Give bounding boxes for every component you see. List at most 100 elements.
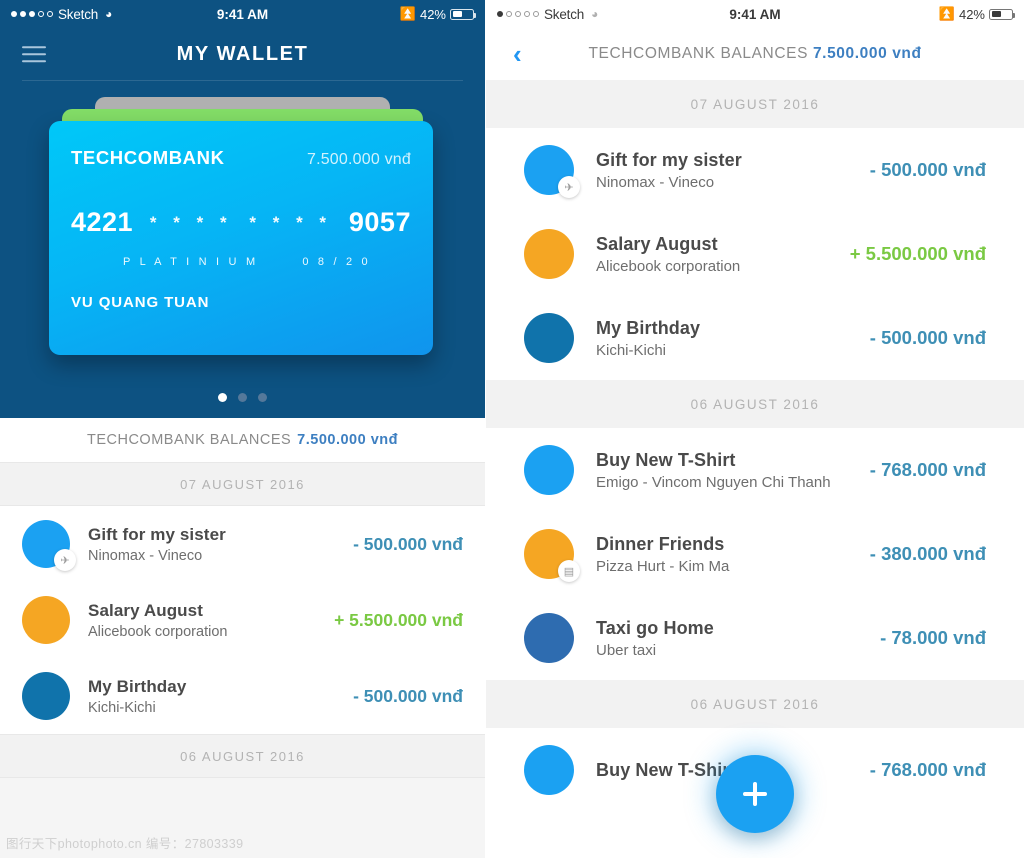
card-number-mask-1: * * * * <box>149 212 233 232</box>
table-row[interactable]: ✈ Gift for my sister Ninomax - Vineco - … <box>0 506 485 582</box>
carrier-label: Sketch <box>544 6 585 22</box>
table-row[interactable]: My Birthday Kichi-Kichi - 500.000 vnđ <box>486 296 1024 380</box>
card-meta-row: P L A T I N I U M 0 8 / 2 0 <box>71 256 411 268</box>
card-number-mask-2: * * * * <box>249 212 333 232</box>
transaction-title: Dinner Friends <box>596 533 725 554</box>
bluetooth-icon: ⏫ <box>399 6 416 21</box>
transaction-subtitle: Emigo - Vincom Nguyen Chi Thanh <box>596 473 831 491</box>
signal-strength-icon <box>497 11 539 17</box>
transaction-title: Salary August <box>88 600 203 620</box>
transaction-amount: + 5.500.000 vnđ <box>334 609 463 630</box>
transaction-amount: - 768.000 vnđ <box>869 759 986 780</box>
wallet-hero: Sketch ◕ 9:41 AM ⏫ 42% MY WALLET TECHCOM… <box>0 0 485 418</box>
transaction-amount: - 500.000 vnđ <box>353 685 463 706</box>
transaction-subtitle: Kichi-Kichi <box>596 341 667 359</box>
nav-bar-left: MY WALLET <box>0 28 485 80</box>
hamburger-menu-icon[interactable] <box>22 41 46 67</box>
avatar: ✈ <box>22 520 76 571</box>
avatar: ✈ <box>524 145 580 198</box>
date-group-header: 06 AUGUST 2016 <box>486 680 1024 728</box>
date-group-header: 06 AUGUST 2016 <box>486 380 1024 428</box>
page-dot-1[interactable] <box>218 393 227 402</box>
card-number-row: 4221 * * * * * * * * 9057 <box>71 207 411 238</box>
transaction-title: Gift for my sister <box>596 149 742 170</box>
transaction-subtitle: Ninomax - Vineco <box>596 173 715 191</box>
signal-strength-icon <box>11 11 53 17</box>
table-row[interactable]: Salary August Alicebook corporation + 5.… <box>486 212 1024 296</box>
card-carousel[interactable]: TECHCOMBANK 7.500.000 vnđ 4221 * * * * *… <box>0 97 485 365</box>
card-holder-name: VU QUANG TUAN <box>71 294 210 311</box>
airplane-icon: ✈ <box>558 176 580 198</box>
breadcrumb: TECHCOMBANK BALANCES 7.500.000 vnđ <box>486 45 1024 63</box>
transaction-title: My Birthday <box>596 317 701 338</box>
nav-bar-right: ‹ TECHCOMBANK BALANCES 7.500.000 vnđ <box>486 28 1024 80</box>
receipt-icon: ▤ <box>558 560 580 582</box>
avatar <box>524 445 574 495</box>
page-dot-3[interactable] <box>258 393 267 402</box>
table-row[interactable]: Buy New T-Shirt Emigo - Vincom Nguyen Ch… <box>486 428 1024 512</box>
transaction-amount: - 768.000 vnđ <box>869 459 986 480</box>
transaction-amount: - 500.000 vnđ <box>869 327 986 348</box>
status-bar-signal-group: Sketch ◕ <box>497 7 598 22</box>
transaction-amount: - 500.000 vnđ <box>353 533 463 554</box>
phone-screen-transactions: Sketch ◕ 9:41 AM ⏫ 42% ‹ TECHCOMBANK BAL… <box>485 0 1024 858</box>
airplane-icon: ✈ <box>54 549 76 571</box>
date-group-header: 06 AUGUST 2016 <box>0 734 485 778</box>
avatar <box>524 313 574 363</box>
card-expiry-label: 0 8 / 2 0 <box>302 256 371 268</box>
card-bank-name: TECHCOMBANK <box>71 147 225 168</box>
page-dot-2[interactable] <box>238 393 247 402</box>
transaction-subtitle: Alicebook corporation <box>88 623 228 640</box>
date-group-header: 07 AUGUST 2016 <box>486 80 1024 128</box>
transaction-amount: - 500.000 vnđ <box>869 159 986 180</box>
wifi-icon: ◕ <box>105 7 113 21</box>
avatar <box>524 229 574 279</box>
dual-phone-mockup: Sketch ◕ 9:41 AM ⏫ 42% MY WALLET TECHCOM… <box>0 0 1024 858</box>
page-title: MY WALLET <box>176 42 309 65</box>
transaction-subtitle: Alicebook corporation <box>596 257 741 275</box>
plus-icon <box>740 779 770 809</box>
phone-screen-wallet: Sketch ◕ 9:41 AM ⏫ 42% MY WALLET TECHCOM… <box>0 0 485 858</box>
add-transaction-button[interactable] <box>716 755 794 833</box>
table-row[interactable]: Salary August Alicebook corporation + 5.… <box>0 582 485 658</box>
transaction-list-right: ✈ Gift for my sister Ninomax - Vineco - … <box>486 128 1024 380</box>
card-header-row: TECHCOMBANK 7.500.000 vnđ <box>71 147 411 169</box>
transaction-title: Salary August <box>596 233 718 254</box>
table-row[interactable]: ✈ Gift for my sister Ninomax - Vineco - … <box>486 128 1024 212</box>
credit-card-techcombank[interactable]: TECHCOMBANK 7.500.000 vnđ 4221 * * * * *… <box>49 121 433 355</box>
transaction-subtitle: Kichi-Kichi <box>88 699 156 716</box>
transaction-title: Buy New T-Shirt <box>596 759 736 780</box>
bluetooth-icon: ⏫ <box>938 6 955 21</box>
transaction-subtitle: Pizza Hurt - Kim Ma <box>596 557 730 575</box>
transaction-title: Taxi go Home <box>596 617 714 638</box>
card-page-indicator[interactable] <box>0 393 485 402</box>
battery-percent-label: 42% <box>419 6 446 22</box>
card-tier-label: P L A T I N I U M <box>123 256 259 268</box>
avatar <box>22 672 70 720</box>
card-number-prefix: 4221 <box>71 207 134 237</box>
card-number-suffix: 9057 <box>348 207 411 237</box>
table-row[interactable]: My Birthday Kichi-Kichi - 500.000 vnđ <box>0 658 485 734</box>
avatar <box>524 613 574 663</box>
balance-value: 7.500.000 vnđ <box>297 432 398 448</box>
battery-icon <box>989 8 1015 20</box>
transaction-title: Buy New T-Shirt <box>596 449 736 470</box>
transaction-amount: - 78.000 vnđ <box>880 627 986 648</box>
nav-divider <box>22 80 463 81</box>
status-bar-signal-group: Sketch ◕ <box>11 7 112 22</box>
battery-icon <box>450 8 476 20</box>
balance-label: TECHCOMBANK BALANCES <box>86 432 292 448</box>
transaction-amount: - 380.000 vnđ <box>869 543 986 564</box>
status-bar-right: Sketch ◕ 9:41 AM ⏫ 42% <box>486 0 1024 28</box>
balance-summary-bar: TECHCOMBANK BALANCES 7.500.000 vnđ <box>0 418 485 462</box>
status-bar-left: Sketch ◕ 9:41 AM ⏫ 42% <box>0 0 485 28</box>
carrier-label: Sketch <box>58 6 99 22</box>
battery-percent-label: 42% <box>958 6 985 22</box>
chevron-left-icon[interactable]: ‹ <box>513 41 522 67</box>
table-row[interactable]: Taxi go Home Uber taxi - 78.000 vnđ <box>486 596 1024 680</box>
avatar <box>22 596 70 644</box>
transaction-list-left: ✈ Gift for my sister Ninomax - Vineco - … <box>0 506 485 734</box>
table-row[interactable]: ▤ Dinner Friends Pizza Hurt - Kim Ma - 3… <box>486 512 1024 596</box>
status-bar-right-group: ⏫ 42% <box>938 6 1015 22</box>
avatar <box>524 745 574 795</box>
